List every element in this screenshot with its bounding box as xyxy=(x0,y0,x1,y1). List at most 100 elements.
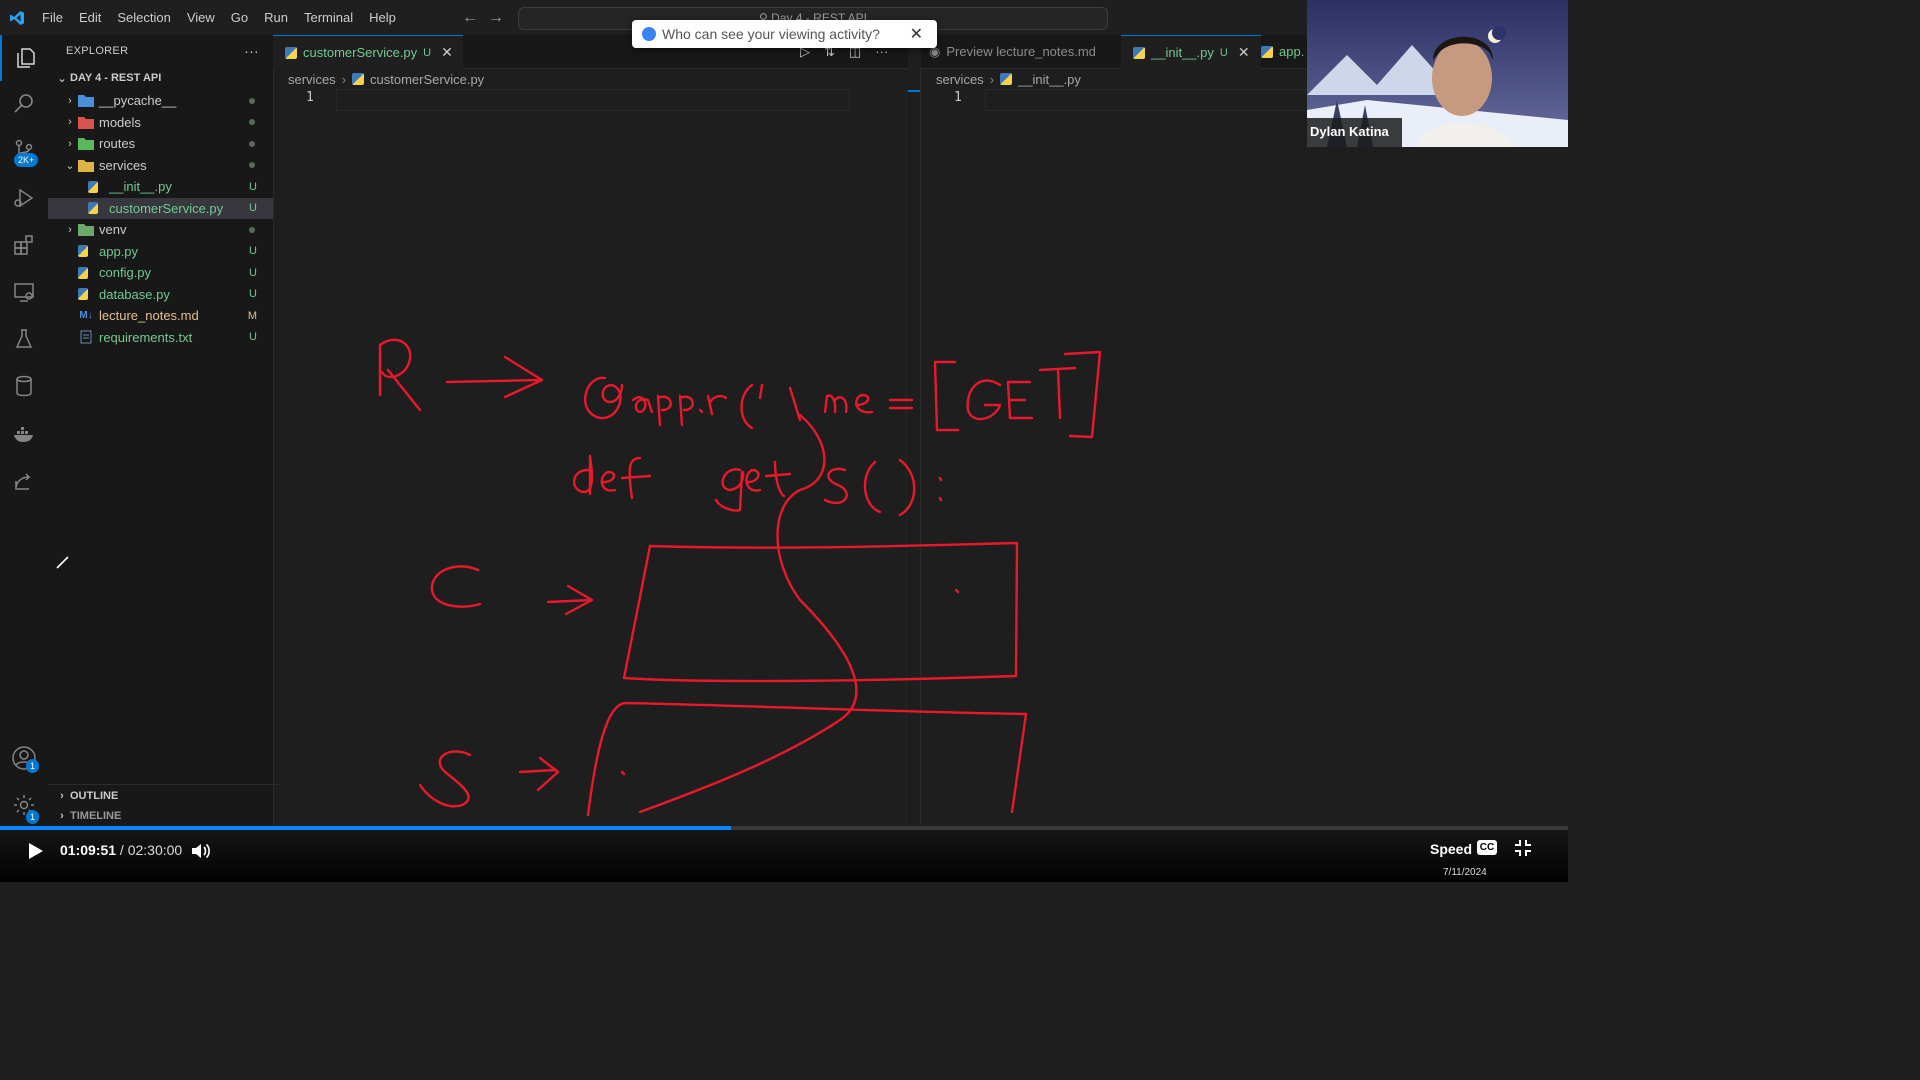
editor-scrollbar[interactable] xyxy=(906,90,921,825)
drawing-stroke xyxy=(854,393,874,414)
git-status-dot xyxy=(249,97,255,104)
python-file-icon xyxy=(1261,45,1273,58)
menu-view[interactable]: View xyxy=(179,0,223,35)
folder-icon xyxy=(78,94,94,108)
tree-item-pycache[interactable]: › __pycache__ xyxy=(48,90,273,112)
python-file-icon xyxy=(352,73,365,85)
tab-customer-service[interactable]: customerService.py U ✕ xyxy=(273,35,463,69)
nav-arrows: ← → xyxy=(462,0,504,35)
tab-preview-lecture-notes[interactable]: ◉ Preview lecture_notes.md xyxy=(929,35,1119,68)
outline-section[interactable]: › OUTLINE xyxy=(48,784,279,807)
tree-item-database[interactable]: database.py U xyxy=(48,284,273,306)
current-line-highlight xyxy=(336,89,850,111)
drawing-stroke xyxy=(938,476,943,502)
tree-item-customer-service[interactable]: customerService.py U xyxy=(48,197,273,219)
tree-item-requirements[interactable]: requirements.txt U xyxy=(48,327,273,349)
tree-item-models[interactable]: › models xyxy=(48,112,273,134)
run-debug-icon[interactable] xyxy=(0,175,48,221)
timeline-section[interactable]: › TIMELINE xyxy=(48,807,279,825)
chevron-right-icon: › xyxy=(68,94,72,107)
tree-item-config[interactable]: config.py U xyxy=(48,262,273,284)
settings-badge: 1 xyxy=(26,810,40,824)
breadcrumb-file[interactable]: customerService.py xyxy=(370,72,484,87)
drawing-stroke xyxy=(764,460,792,498)
drawing-stroke xyxy=(823,467,848,505)
play-icon[interactable] xyxy=(24,840,46,862)
line-number: 1 xyxy=(954,90,962,105)
breadcrumb-folder[interactable]: services xyxy=(288,72,336,87)
breadcrumb-left: services › customerService.py xyxy=(288,68,484,90)
tree-item-init[interactable]: __init__.py U xyxy=(48,176,273,198)
drawing-stroke xyxy=(933,360,960,432)
workspace-folder[interactable]: ⌄ DAY 4 - REST API xyxy=(48,67,273,89)
remote-explorer-icon[interactable] xyxy=(0,269,48,315)
breadcrumb-file[interactable]: __init__.py xyxy=(1018,72,1081,87)
chevron-down-icon: ⌄ xyxy=(57,72,67,85)
tree-item-services[interactable]: ⌄ services xyxy=(48,155,273,177)
tree-item-label: config.py xyxy=(99,265,152,281)
drawing-stroke xyxy=(954,588,960,594)
more-actions-icon[interactable]: ··· xyxy=(244,43,259,59)
docker-icon[interactable] xyxy=(0,411,48,457)
pen-cursor-icon xyxy=(56,555,69,569)
menu-run[interactable]: Run xyxy=(256,0,296,35)
extensions-icon[interactable] xyxy=(0,222,48,268)
explorer-icon[interactable] xyxy=(0,35,50,81)
menu-file[interactable]: File xyxy=(34,0,71,35)
git-status: U xyxy=(249,288,257,301)
scroll-indicator xyxy=(908,90,920,92)
video-controls: 01:09:51 / 02:30:00 Speed CC 7/11/2024 xyxy=(0,830,1568,882)
settings-gear-icon[interactable]: 1 xyxy=(0,782,48,828)
back-arrow-icon[interactable]: ← xyxy=(462,9,478,27)
tab-app[interactable]: app. xyxy=(1261,35,1307,68)
tab-init[interactable]: __init__.py U ✕ xyxy=(1121,35,1261,69)
editor-split-divider[interactable] xyxy=(920,68,921,825)
taskbar-date: 7/11/2024 xyxy=(1443,867,1487,878)
folder-icon xyxy=(78,115,94,129)
menu-go[interactable]: Go xyxy=(223,0,256,35)
time-separator: / xyxy=(116,842,128,858)
tree-item-label: models xyxy=(99,114,141,130)
menu-edit[interactable]: Edit xyxy=(71,0,109,35)
forward-arrow-icon[interactable]: → xyxy=(488,9,504,27)
drawing-stroke xyxy=(678,394,694,427)
menu-selection[interactable]: Selection xyxy=(109,0,178,35)
drawing-stroke xyxy=(1063,350,1102,439)
database-icon[interactable] xyxy=(0,363,48,409)
menu-terminal[interactable]: Terminal xyxy=(296,0,361,35)
people-icon xyxy=(642,27,656,41)
current-line-highlight xyxy=(985,89,1309,111)
closed-captions-button[interactable]: CC xyxy=(1477,840,1497,855)
drawing-stroke xyxy=(631,396,654,414)
git-status-dot xyxy=(249,162,255,169)
menu-help[interactable]: Help xyxy=(361,0,404,35)
drawing-stroke xyxy=(418,750,472,808)
folder-icon xyxy=(78,223,94,237)
breadcrumb-folder[interactable]: services xyxy=(936,72,984,87)
viewing-activity-popup[interactable]: Who can see your viewing activity? ✕ xyxy=(632,20,937,48)
search-icon[interactable] xyxy=(0,81,48,127)
editor-tabs-right: ◉ Preview lecture_notes.md __init__.py U… xyxy=(921,35,1307,69)
drawing-stroke xyxy=(378,338,422,412)
close-icon[interactable]: ✕ xyxy=(441,44,453,61)
tree-item-venv[interactable]: › venv xyxy=(48,219,273,241)
exit-fullscreen-icon[interactable] xyxy=(1514,839,1532,857)
close-icon[interactable]: ✕ xyxy=(1238,44,1250,61)
tree-item-app[interactable]: app.py U xyxy=(48,241,273,263)
tree-item-lecture-notes[interactable]: M↓ lecture_notes.md M xyxy=(48,305,273,327)
line-number: 1 xyxy=(306,90,314,105)
drawing-stroke xyxy=(430,565,482,608)
testing-icon[interactable] xyxy=(0,316,48,362)
drawing-stroke xyxy=(1038,366,1077,420)
chevron-right-icon: › xyxy=(68,137,72,150)
speed-button[interactable]: Speed xyxy=(1430,841,1472,857)
folder-icon xyxy=(78,137,94,151)
accounts-icon[interactable]: 1 xyxy=(0,735,48,781)
live-share-icon[interactable] xyxy=(0,458,48,504)
python-file-icon xyxy=(78,287,94,301)
volume-icon[interactable] xyxy=(189,840,211,862)
git-status-dot xyxy=(249,140,255,147)
source-control-icon[interactable]: 2K+ xyxy=(0,127,48,173)
tree-item-routes[interactable]: › routes xyxy=(48,133,273,155)
close-icon[interactable]: ✕ xyxy=(910,24,923,44)
